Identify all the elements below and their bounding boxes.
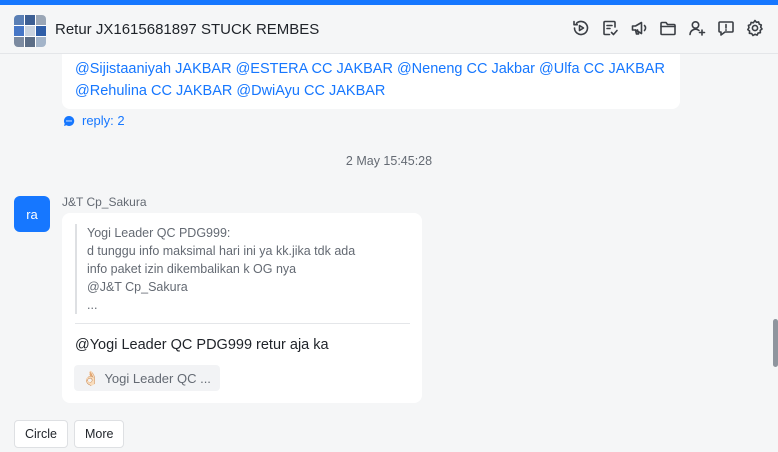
group-avatar-tile: [36, 37, 46, 47]
quote-line: Yogi Leader QC PDG999:: [87, 226, 231, 240]
group-avatar[interactable]: [14, 15, 46, 47]
sender-name[interactable]: J&T Cp_Sakura: [62, 195, 147, 209]
avatar[interactable]: ra: [14, 196, 50, 232]
reply-count-label: reply: 2: [82, 113, 125, 128]
mentions-line[interactable]: @Rehulina CC JAKBAR @DwiAyu CC JAKBAR: [75, 80, 667, 102]
reaction-chip[interactable]: 👌🏻 Yogi Leader QC ...: [74, 365, 220, 391]
circle-button[interactable]: Circle: [14, 420, 68, 448]
quote-line: @J&T Cp_Sakura: [87, 280, 188, 294]
group-avatar-tile: [36, 15, 46, 25]
quote-line: d tunggu info maksimal hari ini ya kk.ji…: [87, 244, 356, 258]
group-avatar-tile: [14, 37, 24, 47]
header-toolbar: [570, 17, 766, 39]
previous-message-card: @Sijistaaniyah JAKBAR @ESTERA CC JAKBAR …: [62, 54, 680, 109]
group-avatar-tile: [25, 37, 35, 47]
feedback-icon[interactable]: [715, 17, 737, 39]
quote-line: ...: [87, 298, 98, 312]
quote-line: info paket izin dikembalikan k OG nya: [87, 262, 297, 276]
group-avatar-tile: [25, 26, 35, 36]
reply-bubble-icon: [63, 115, 75, 126]
history-icon[interactable]: [570, 17, 592, 39]
more-button[interactable]: More: [74, 420, 125, 448]
group-avatar-tile: [25, 15, 35, 25]
group-avatar-tile: [14, 26, 24, 36]
tasks-icon[interactable]: [599, 17, 621, 39]
group-avatar-tile: [14, 15, 24, 25]
reply-count-link[interactable]: reply: 2: [63, 113, 125, 128]
chat-header: Retur JX1615681897 STUCK REMBES: [0, 5, 778, 54]
quoted-message[interactable]: Yogi Leader QC PDG999: d tunggu info mak…: [75, 224, 410, 314]
folder-icon[interactable]: [657, 17, 679, 39]
reaction-label: Yogi Leader QC ...: [104, 370, 211, 386]
message-text: @Yogi Leader QC PDG999 retur aja ka: [75, 337, 329, 353]
chat-title[interactable]: Retur JX1615681897 STUCK REMBES: [55, 21, 319, 38]
scrollbar-thumb[interactable]: [773, 319, 778, 367]
message-timestamp: 2 May 15:45:28: [345, 154, 433, 168]
settings-icon[interactable]: [744, 17, 766, 39]
mentions-line[interactable]: @Sijistaaniyah JAKBAR @ESTERA CC JAKBAR …: [75, 58, 667, 80]
message-card: Yogi Leader QC PDG999: d tunggu info mak…: [62, 213, 422, 403]
ok-hand-icon: 👌🏻: [82, 369, 100, 386]
divider: [75, 323, 410, 324]
add-member-icon[interactable]: [686, 17, 708, 39]
group-avatar-tile: [36, 26, 46, 36]
announcement-icon[interactable]: [628, 17, 650, 39]
